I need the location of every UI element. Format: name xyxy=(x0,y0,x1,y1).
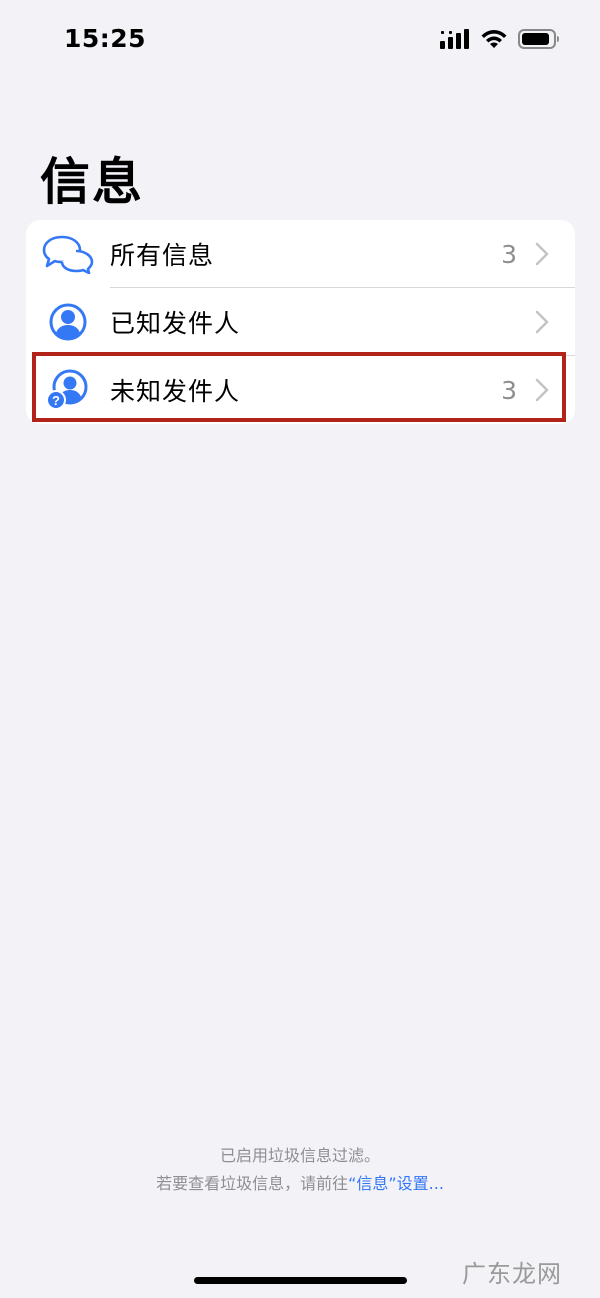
filter-row-count: 3 xyxy=(501,375,517,405)
status-icons xyxy=(440,28,560,50)
svg-text:?: ? xyxy=(52,393,60,408)
filter-row-known-senders[interactable]: 已知发件人 xyxy=(26,288,575,356)
chevron-right-icon xyxy=(535,310,549,334)
status-bar: 15:25 xyxy=(0,0,600,80)
person-question-icon: ? xyxy=(40,362,96,418)
spam-filter-hint-prefix: 若要查看垃圾信息，请前往 xyxy=(156,1174,349,1193)
watermark: 广东龙网 xyxy=(462,1260,562,1288)
person-circle-icon xyxy=(40,294,96,350)
battery-icon xyxy=(518,29,559,49)
chevron-right-icon xyxy=(535,378,549,402)
home-indicator[interactable] xyxy=(194,1277,407,1284)
spam-filter-hint: 若要查看垃圾信息，请前往“信息”设置... xyxy=(0,1170,600,1198)
filter-row-label: 未知发件人 xyxy=(110,377,241,406)
status-time: 15:25 xyxy=(64,24,147,53)
filter-row-all-messages[interactable]: 所有信息 3 xyxy=(26,220,575,288)
spam-filter-notice: 已启用垃圾信息过滤。 若要查看垃圾信息，请前往“信息”设置... xyxy=(0,1142,600,1198)
cellular-signal-icon xyxy=(440,29,469,49)
wifi-icon xyxy=(481,30,507,48)
messages-settings-link[interactable]: “信息”设置 xyxy=(348,1174,429,1193)
page-title: 信息 xyxy=(40,153,144,211)
filter-row-label: 已知发件人 xyxy=(110,309,241,338)
spam-filter-hint-suffix: ... xyxy=(428,1174,444,1193)
filter-list: 所有信息 3 已知发件人 ? 未知发件人 3 xyxy=(26,220,575,424)
filter-row-label: 所有信息 xyxy=(110,241,215,270)
chevron-right-icon xyxy=(535,242,549,266)
chat-bubbles-icon xyxy=(40,226,96,282)
filter-row-unknown-senders[interactable]: ? 未知发件人 3 xyxy=(26,356,575,424)
filter-row-count: 3 xyxy=(501,239,517,269)
spam-filter-status: 已启用垃圾信息过滤。 xyxy=(219,1146,380,1165)
